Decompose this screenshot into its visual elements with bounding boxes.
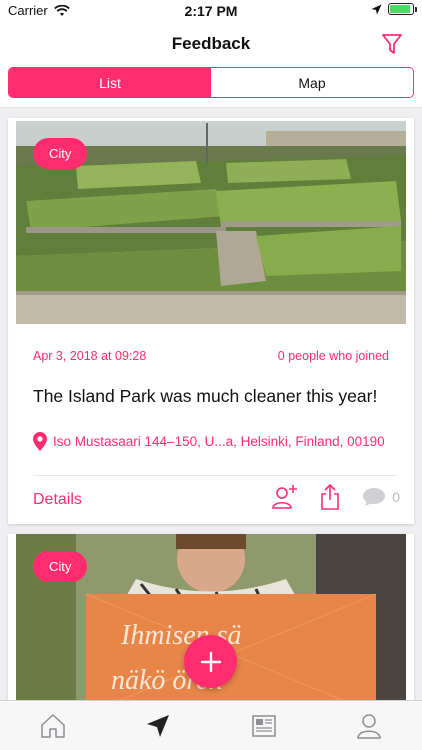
navigation-arrow-icon	[147, 714, 170, 737]
status-bar: Carrier 2:17 PM	[0, 0, 422, 22]
feedback-title: The Island Park was much cleaner this ye…	[33, 386, 378, 406]
address-text: Iso Mustasaari 144–150, U...a, Helsinki,…	[53, 434, 385, 449]
view-switcher: List Map	[8, 67, 414, 98]
tab-profile[interactable]	[317, 701, 422, 750]
category-badge: City	[33, 551, 88, 582]
comment-count: 0	[392, 489, 400, 505]
tab-home[interactable]	[0, 701, 106, 750]
profile-icon	[357, 713, 382, 739]
navigation-bar: Feedback	[0, 22, 422, 66]
tab-list[interactable]: List	[9, 68, 211, 97]
address-row[interactable]: Iso Mustasaari 144–150, U...a, Helsinki,…	[33, 432, 398, 451]
tab-news[interactable]	[211, 701, 317, 750]
tab-navigation[interactable]	[106, 701, 212, 750]
comment-icon	[363, 488, 386, 506]
segment-bar: List Map	[0, 66, 422, 108]
comment-button[interactable]: 0	[362, 487, 400, 507]
filter-icon[interactable]	[378, 30, 406, 58]
page-title: Feedback	[171, 34, 251, 53]
status-time: 2:17 PM	[184, 3, 238, 19]
share-icon[interactable]	[320, 484, 340, 510]
battery-icon	[388, 3, 417, 15]
location-pin-icon	[33, 432, 47, 451]
feedback-photo: City	[16, 121, 406, 324]
tab-bar	[0, 700, 422, 750]
joined-count: 0 people who joined	[277, 349, 389, 363]
meta-row: Apr 3, 2018 at 09:28 0 people who joined	[33, 349, 389, 363]
post-date: Apr 3, 2018 at 09:28	[33, 349, 147, 363]
news-icon	[252, 714, 276, 737]
add-feedback-button[interactable]	[184, 635, 237, 688]
feedback-card[interactable]: City Apr 3, 2018 at 09:28 0 people who j…	[8, 118, 414, 524]
tab-map[interactable]: Map	[211, 68, 413, 97]
details-link[interactable]: Details	[33, 491, 82, 509]
category-badge: City	[33, 138, 88, 169]
battery-fill	[390, 5, 410, 13]
home-icon	[41, 713, 65, 738]
location-arrow-icon	[371, 4, 382, 14]
join-user-icon[interactable]	[272, 484, 298, 510]
plus-icon	[200, 651, 221, 672]
divider	[33, 475, 397, 476]
card-actions: 0	[272, 484, 400, 510]
